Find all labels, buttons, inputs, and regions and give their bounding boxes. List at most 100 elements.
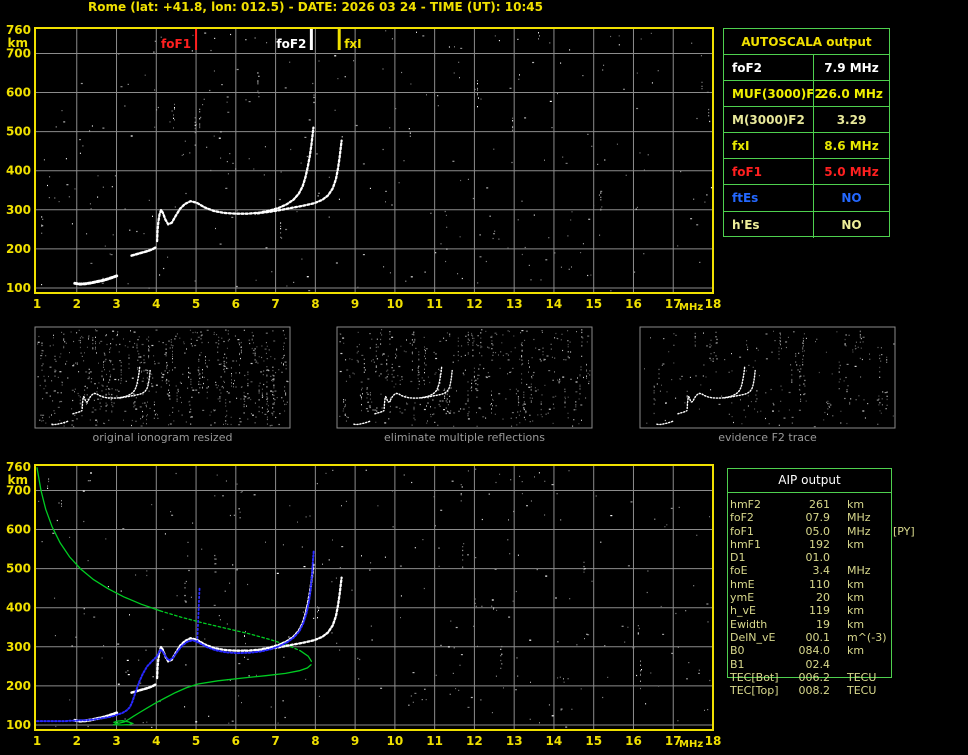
aip-label: B1 [730, 657, 745, 671]
thumbnail-2 [639, 326, 896, 429]
autoscala-param-label: fxI [732, 138, 750, 153]
aip-row-fof1: foF1 05.0 MHz [PY] [730, 525, 966, 538]
aip-table-body: hmF2 261 km foF2 07.9 MHz foF1 05.0 MHz [PY] hmF1 1… [730, 498, 966, 697]
y-axis-unit: km [8, 473, 28, 487]
autoscala-row-hes: h'Es NO [724, 211, 889, 238]
autoscala-param-value: 8.6 MHz [813, 133, 889, 159]
aip-note [891, 591, 893, 604]
x-tick-label: 11 [426, 734, 443, 748]
aip-note [891, 498, 893, 511]
bottom-profile-plot: 760700600500400300200100km1 2 3 4 5 6 7 8 9 10 11 1… [6, 460, 721, 750]
aip-row-b0: B0 084.0 km [730, 644, 966, 657]
y-axis-unit: km [8, 36, 28, 50]
autoscala-param-label: foF2 [732, 60, 763, 75]
foF1-marker-label: foF1 [161, 37, 191, 51]
x-tick-label: 7 [271, 734, 279, 748]
y-tick-label: 100 [6, 718, 31, 732]
x-tick-label: 14 [546, 734, 563, 748]
autoscala-param-value: 3.29 [813, 107, 889, 133]
aip-unit: MHz [847, 564, 871, 578]
aip-value: 05.0 [805, 524, 831, 538]
y-tick-label: 200 [6, 679, 31, 693]
aip-unit: TECU [847, 684, 877, 698]
x-tick-label: 5 [192, 734, 200, 748]
x-tick-label: 9 [351, 734, 359, 748]
aip-note [891, 684, 893, 697]
aip-row-hmf1: hmF1 192 km [730, 538, 966, 551]
aip-label: Ewidth [730, 617, 768, 631]
x-tick-label: 4 [152, 297, 160, 311]
top-ionogram-plot: foF1 foF2 fxI760700600500400300200100km1 2 3… [6, 23, 722, 313]
x-tick-label: 6 [232, 734, 240, 748]
aip-value: 261 [809, 498, 830, 511]
x-tick-label: 8 [311, 297, 319, 311]
aip-value: 192 [809, 537, 830, 551]
aip-label: hmE [730, 577, 755, 591]
x-tick-label: 15 [585, 734, 602, 748]
x-tick-label: 10 [387, 734, 404, 748]
aip-row-tectop: TEC[Top] 008.2 TECU [730, 684, 966, 697]
autoscala-table-title: AUTOSCALA output [724, 29, 889, 55]
aip-unit: km [847, 617, 865, 631]
aip-label: foF1 [730, 524, 754, 538]
processing-thumbnails [34, 326, 896, 429]
aip-note [891, 604, 893, 617]
x-tick-label: 18 [705, 297, 722, 311]
aip-unit: km [847, 537, 865, 551]
x-tick-label: 16 [625, 734, 642, 748]
x-tick-label: 1 [33, 734, 41, 748]
aip-unit [830, 658, 891, 671]
aip-row-ewidth: Ewidth 19 km [730, 618, 966, 631]
x-tick-label: 3 [112, 297, 120, 311]
aip-label: hmF2 [730, 498, 762, 511]
x-tick-label: 15 [585, 297, 602, 311]
thumbnail-caption-evidence-f2: evidence F2 trace [718, 431, 817, 444]
autoscala-param-value: 26.0 MHz [813, 81, 889, 107]
x-tick-label: 9 [351, 297, 359, 311]
aip-unit: MHz [847, 524, 871, 538]
aip-value: 084.0 [798, 644, 831, 658]
aip-unit: km [847, 591, 865, 605]
x-tick-label: 5 [192, 297, 200, 311]
thumbnail-caption-original: original ionogram resized [92, 431, 233, 444]
autoscala-row-fof1: foF1 5.0 MHz [724, 159, 889, 186]
x-tick-label: 11 [426, 297, 443, 311]
aip-note [891, 551, 893, 564]
y-tick-label: 760 [6, 460, 31, 474]
fxI-marker-label: fxI [344, 37, 361, 51]
aip-label: ymE [730, 591, 755, 605]
aip-note [891, 538, 893, 551]
aip-row-tecbot: TEC[Bot] 006.2 TECU [730, 671, 966, 684]
y-tick-label: 400 [6, 601, 31, 615]
aip-value: 006.2 [798, 670, 831, 684]
y-tick-label: 100 [6, 281, 31, 295]
aip-row-yme: ymE 20 km [730, 591, 966, 604]
aip-value: 01.0 [805, 551, 831, 565]
aip-row-delnve: DelN_vE 00.1 m^(-3) [730, 631, 966, 644]
autoscala-row-fof2: foF2 7.9 MHz [724, 55, 889, 82]
aip-row-hve: h_vE 119 km [730, 604, 966, 617]
aip-note [891, 671, 893, 684]
autoscala-param-label: foF1 [732, 164, 763, 179]
x-tick-label: 12 [466, 297, 483, 311]
autoscala-row-muf3000f2: MUF(3000)F2 26.0 MHz [724, 81, 889, 108]
autoscala-row-m3000f2: M(3000)F2 3.29 [724, 107, 889, 134]
station-date-title: Rome (lat: +41.8, lon: 012.5) - DATE: 20… [88, 0, 543, 14]
y-tick-label: 500 [6, 125, 31, 139]
aip-value: 119 [809, 604, 830, 618]
x-tick-label: 12 [466, 734, 483, 748]
autoscala-row-ftes: ftEs NO [724, 185, 889, 212]
y-tick-label: 600 [6, 86, 31, 100]
autoscala-output-table: AUTOSCALA output foF2 7.9 MHz MUF(3000)F2 2… [723, 28, 890, 238]
aip-label: TEC[Top] [730, 684, 779, 698]
aip-note [891, 631, 893, 644]
x-tick-label: 4 [152, 734, 160, 748]
aip-value: 3.4 [812, 564, 831, 578]
thumbnail-0 [34, 326, 291, 429]
autoscala-param-value: 7.9 MHz [813, 55, 889, 81]
y-tick-label: 400 [6, 164, 31, 178]
autoscala-param-value: NO [813, 211, 889, 238]
aip-label: TEC[Bot] [730, 670, 779, 684]
aip-value: 008.2 [798, 684, 831, 698]
x-tick-label: 13 [506, 297, 523, 311]
